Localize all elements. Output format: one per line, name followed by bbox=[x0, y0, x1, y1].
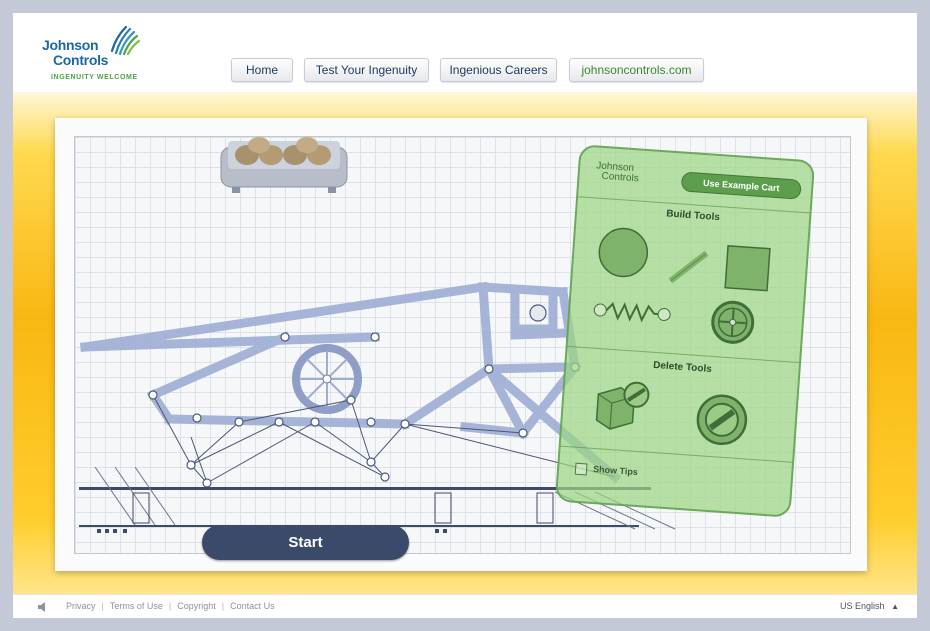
language-label: US English bbox=[840, 601, 885, 611]
start-button[interactable]: Start bbox=[202, 525, 409, 560]
show-tips-label: Show Tips bbox=[592, 463, 639, 478]
nav-home-button[interactable]: Home bbox=[231, 58, 293, 82]
show-tips-checkbox[interactable] bbox=[574, 462, 588, 476]
wheel-tool-icon[interactable] bbox=[708, 298, 757, 347]
footer-separator: | bbox=[221, 601, 225, 611]
header: Johnson Controls INGENUITY WELCOME Home … bbox=[13, 13, 917, 92]
johnson-controls-logo[interactable]: Johnson Controls INGENUITY WELCOME bbox=[40, 23, 150, 85]
tools-panel: Johnson Controls Use Example Cart Build … bbox=[554, 144, 816, 518]
nav-test-your-ingenuity-button[interactable]: Test Your Ingenuity bbox=[304, 58, 429, 82]
footer-link-copyright[interactable]: Copyright bbox=[177, 601, 216, 611]
spring-tool-icon[interactable] bbox=[591, 298, 672, 328]
delete-shape-tool-icon[interactable] bbox=[590, 376, 656, 436]
panel-logo: Johnson Controls bbox=[595, 160, 640, 185]
nav-ingenious-careers-button[interactable]: Ingenious Careers bbox=[440, 58, 557, 82]
blueprint-paper: Start Johnson Controls Use Example Cart … bbox=[55, 118, 867, 571]
speaker-icon[interactable] bbox=[37, 601, 49, 613]
circle-tool-icon[interactable] bbox=[595, 224, 653, 282]
square-tool-icon[interactable] bbox=[722, 243, 773, 294]
nav-johnsoncontrols-link[interactable]: johnsoncontrols.com bbox=[569, 58, 704, 82]
panel-divider bbox=[560, 445, 793, 463]
egg-basket bbox=[220, 137, 348, 193]
footer: Privacy | Terms of Use | Copyright | Con… bbox=[13, 594, 917, 618]
footer-separator: | bbox=[101, 601, 104, 611]
game-stage: Start Johnson Controls Use Example Cart … bbox=[13, 92, 917, 594]
app-frame: Johnson Controls INGENUITY WELCOME Home … bbox=[13, 13, 917, 594]
caret-up-icon: ▲ bbox=[891, 602, 899, 611]
logo-tagline: INGENUITY WELCOME bbox=[51, 74, 138, 81]
panel-logo-line2: Controls bbox=[601, 170, 640, 185]
footer-link-terms[interactable]: Terms of Use bbox=[110, 601, 163, 611]
logo-swirl-icon bbox=[110, 25, 140, 56]
footer-link-privacy[interactable]: Privacy bbox=[66, 601, 96, 611]
use-example-cart-button[interactable]: Use Example Cart bbox=[680, 171, 802, 200]
footer-separator: | bbox=[168, 601, 172, 611]
logo-text-line1: Johnson bbox=[42, 37, 99, 53]
logo-text-line2: Controls bbox=[53, 52, 109, 68]
language-selector[interactable]: US English ▲ bbox=[840, 601, 899, 611]
delete-joint-tool-icon[interactable] bbox=[693, 391, 751, 449]
footer-link-contact[interactable]: Contact Us bbox=[230, 601, 275, 611]
footer-links: Privacy | Terms of Use | Copyright | Con… bbox=[66, 601, 275, 611]
rod-tool-icon[interactable] bbox=[666, 245, 711, 290]
